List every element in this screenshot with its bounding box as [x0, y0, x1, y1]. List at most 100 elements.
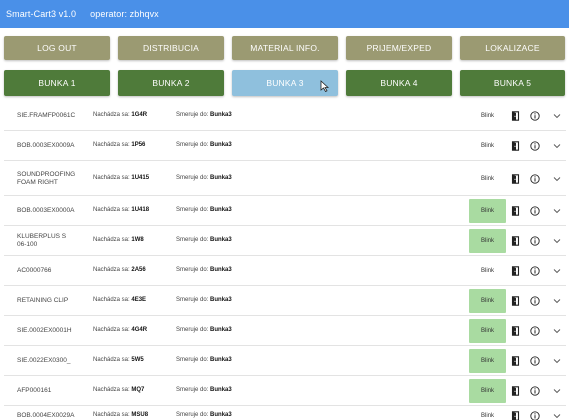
exit-door-icon[interactable]: [511, 411, 520, 420]
info-circle-icon[interactable]: [530, 411, 540, 420]
mouse-pointer-icon: [320, 80, 330, 92]
location-label: Nachádza sa:: [93, 357, 130, 363]
destination-label: Smeruje do:: [176, 357, 209, 363]
item-code: AFP000161: [17, 387, 52, 394]
destination-value: Bunka3: [210, 387, 232, 393]
destination-label: Smeruje do:: [176, 142, 209, 148]
info-circle-icon[interactable]: [530, 236, 540, 246]
location-value: MQ7: [131, 387, 145, 393]
item-code: RETAINING CLIP: [17, 297, 69, 304]
list-item[interactable]: RETAINING CLIP Nachádza sa: 4E3E Smeruje d…: [4, 286, 566, 316]
cell-button-row: BUNKA 1 BUNKA 2 BUNKA 3 BUNKA 4 BUNKA 5: [0, 70, 569, 96]
info-circle-icon[interactable]: [530, 386, 540, 396]
exit-door-icon[interactable]: [511, 356, 520, 366]
chevron-down-icon[interactable]: [553, 358, 561, 364]
chevron-down-icon[interactable]: [553, 208, 561, 214]
chevron-down-icon[interactable]: [553, 113, 561, 119]
chevron-down-icon[interactable]: [553, 298, 561, 304]
item-destination: Smeruje do: Bunka3: [176, 387, 232, 393]
list-item[interactable]: BOB.0003EX0000A Nachádza sa: 1U418 Smeruje…: [4, 196, 566, 226]
bunka-5-button[interactable]: BUNKA 5: [460, 70, 565, 96]
item-destination: Smeruje do: Bunka3: [176, 357, 232, 363]
blink-button[interactable]: Blink: [469, 406, 506, 420]
exit-door-icon[interactable]: [511, 236, 520, 246]
location-label: Nachádza sa:: [93, 207, 130, 213]
chevron-down-icon[interactable]: [553, 238, 561, 244]
info-circle-icon[interactable]: [530, 174, 540, 184]
list-item[interactable]: AFP000161 Nachádza sa: MQ7 Smeruje do: Bun…: [4, 376, 566, 406]
exit-door-icon[interactable]: [511, 326, 520, 336]
blink-button[interactable]: Blink: [469, 349, 506, 373]
destination-label: Smeruje do:: [176, 387, 209, 393]
destination-value: Bunka3: [210, 327, 232, 333]
info-circle-icon[interactable]: [530, 356, 540, 366]
location-value: 1W8: [131, 237, 144, 243]
blink-button[interactable]: Blink: [469, 319, 506, 343]
item-code: BOB.0003EX0000A: [17, 207, 75, 214]
distribucia-button[interactable]: DISTRIBUCIA: [118, 36, 224, 60]
location-label: Nachádza sa:: [93, 112, 130, 118]
blink-button[interactable]: Blink: [469, 379, 506, 403]
item-code: BOB.0003EX0009A: [17, 142, 75, 149]
material-info-button[interactable]: MATERIAL INFO.: [232, 36, 338, 60]
exit-door-icon[interactable]: [511, 174, 520, 184]
info-circle-icon[interactable]: [530, 296, 540, 306]
destination-label: Smeruje do:: [176, 112, 209, 118]
info-circle-icon[interactable]: [530, 326, 540, 336]
info-circle-icon[interactable]: [530, 141, 540, 151]
location-label: Nachádza sa:: [93, 142, 130, 148]
chevron-down-icon[interactable]: [553, 268, 561, 274]
destination-value: Bunka3: [210, 142, 232, 148]
exit-door-icon[interactable]: [511, 141, 520, 151]
list-item[interactable]: SIE.0002EX0001H Nachádza sa: 4G4R Smeruje …: [4, 316, 566, 346]
blink-button[interactable]: Blink: [469, 199, 506, 223]
blink-button[interactable]: Blink: [469, 167, 506, 191]
location-value: 1U415: [131, 175, 150, 181]
info-circle-icon[interactable]: [530, 206, 540, 216]
chevron-down-icon[interactable]: [553, 388, 561, 394]
exit-door-icon[interactable]: [511, 111, 520, 121]
info-circle-icon[interactable]: [530, 266, 540, 276]
item-code: BOB.0004EX0029A: [17, 412, 75, 419]
info-circle-icon[interactable]: [530, 111, 540, 121]
chevron-down-icon[interactable]: [553, 328, 561, 334]
location-value: 5W5: [131, 357, 144, 363]
chevron-down-icon[interactable]: [553, 413, 561, 419]
item-code: AC0000766: [17, 267, 52, 274]
prijem-exped-button[interactable]: PRIJEM/EXPED: [346, 36, 452, 60]
location-label: Nachádza sa:: [93, 267, 130, 273]
lokalizace-button[interactable]: LOKALIZACE: [460, 36, 565, 60]
blink-button[interactable]: Blink: [469, 104, 506, 128]
bunka-4-button[interactable]: BUNKA 4: [346, 70, 452, 96]
exit-door-icon[interactable]: [511, 206, 520, 216]
blink-button[interactable]: Blink: [469, 134, 506, 158]
logout-button[interactable]: LOG OUT: [4, 36, 110, 60]
list-item[interactable]: KLUBERPLUS S 06-100 Nachádza sa: 1W8 Smeru…: [4, 226, 566, 256]
blink-button[interactable]: Blink: [469, 259, 506, 283]
exit-door-icon[interactable]: [511, 296, 520, 306]
blink-button[interactable]: Blink: [469, 229, 506, 253]
bunka-2-button[interactable]: BUNKA 2: [118, 70, 224, 96]
list-item[interactable]: BOB.0003EX0009A Nachádza sa: 1P56 Smeruje …: [4, 131, 566, 161]
destination-label: Smeruje do:: [176, 412, 209, 418]
bunka-1-button[interactable]: BUNKA 1: [4, 70, 110, 96]
location-value: MSU8: [131, 412, 149, 418]
exit-door-icon[interactable]: [511, 386, 520, 396]
list-item[interactable]: BOB.0004EX0029A Nachádza sa: MSU8 Smeruje …: [4, 406, 566, 420]
destination-value: Bunka3: [210, 175, 232, 181]
list-item[interactable]: SIE.0022EX0300_ Nachádza sa: 5W5 Smeruje d…: [4, 346, 566, 376]
item-code: SIE.0022EX0300_: [17, 357, 71, 364]
chevron-down-icon[interactable]: [553, 176, 561, 182]
list-item[interactable]: SIE.FRAMFP0061C Nachádza sa: 1G4R Smeruje …: [4, 101, 566, 131]
location-value: 2A56: [131, 267, 146, 273]
destination-value: Bunka3: [210, 297, 232, 303]
exit-door-icon[interactable]: [511, 266, 520, 276]
item-destination: Smeruje do: Bunka3: [176, 327, 232, 333]
list-item[interactable]: AC0000766 Nachádza sa: 2A56 Smeruje do: Bu…: [4, 256, 566, 286]
list-item[interactable]: SOUNDPROOFING FOAM RIGHT Nachádza sa: 1U4…: [4, 161, 566, 196]
blink-button[interactable]: Blink: [469, 289, 506, 313]
destination-label: Smeruje do:: [176, 207, 209, 213]
item-destination: Smeruje do: Bunka3: [176, 412, 232, 418]
destination-value: Bunka3: [210, 237, 232, 243]
chevron-down-icon[interactable]: [553, 143, 561, 149]
